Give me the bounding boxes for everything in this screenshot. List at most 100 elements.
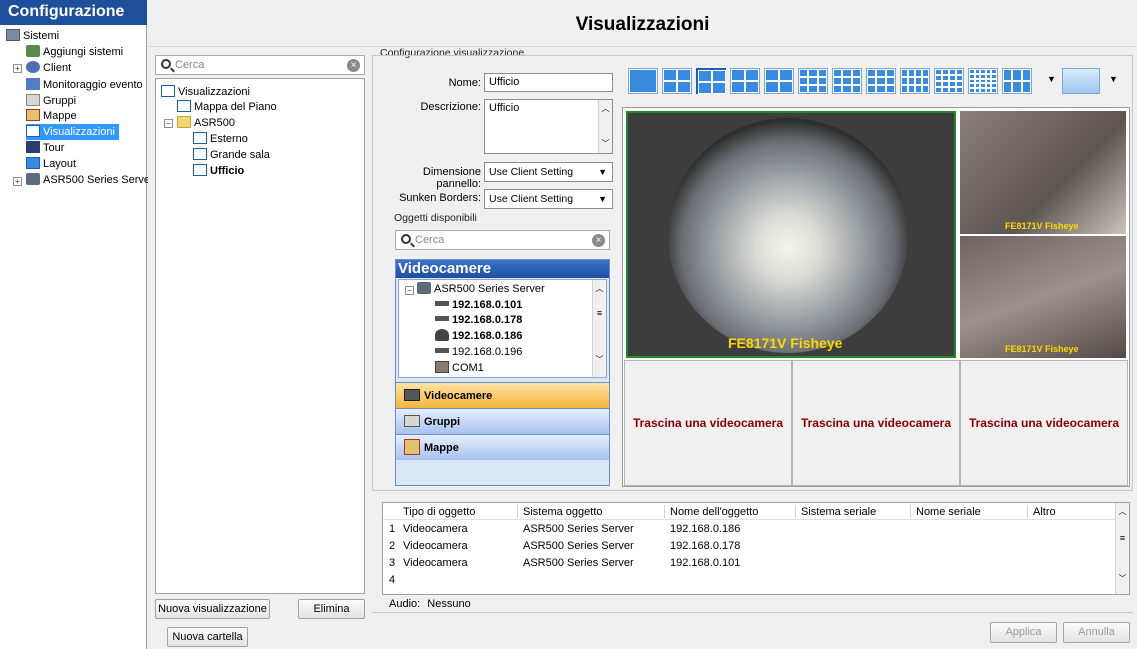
nav-item-visualizzazioni[interactable]: Visualizzazioni [26, 124, 119, 140]
column-header[interactable]: Tipo di oggetto [403, 506, 475, 518]
nav-item-layout[interactable]: Layout [26, 156, 76, 172]
tab-videocamere[interactable]: Videocamere [396, 382, 609, 408]
nav-item-tour[interactable]: Tour [26, 140, 64, 156]
description-field[interactable]: Ufficio ︿ ﹀ [484, 99, 613, 154]
panel-size-select[interactable]: Use Client Setting ▼ [484, 162, 613, 182]
tree-item-visualizzazioni[interactable]: Visualizzazioni [161, 84, 250, 100]
table-cell[interactable]: 2 [389, 540, 395, 552]
nav-item-monitoraggio-evento[interactable]: Monitoraggio evento [26, 77, 143, 93]
tree-item-esterno[interactable]: Esterno [193, 131, 248, 147]
layout-preset-button[interactable] [934, 68, 964, 94]
column-separator[interactable] [664, 505, 665, 518]
layout-preset-button[interactable] [628, 68, 658, 94]
table-cell[interactable]: ASR500 Series Server [523, 557, 634, 569]
table-cell[interactable]: ASR500 Series Server [523, 540, 634, 552]
empty-tile[interactable]: Trascina una videocamera [792, 360, 960, 486]
scroll-grip-icon[interactable]: ≡ [593, 308, 606, 318]
layout-preset-button[interactable] [968, 68, 998, 94]
column-header[interactable]: Sistema oggetto [523, 506, 603, 518]
table-cell[interactable]: 192.168.0.186 [670, 523, 740, 535]
cameras-scrollbar[interactable]: ︿ ≡ ﹀ [592, 280, 606, 377]
camera-item[interactable]: 192.168.0.196 [435, 344, 522, 360]
table-cell[interactable]: 3 [389, 557, 395, 569]
expand-server[interactable]: + [13, 177, 22, 186]
camera-tree-server[interactable]: ASR500 Series Server [417, 281, 545, 297]
layout-preset-button[interactable] [900, 68, 930, 94]
scroll-up-icon[interactable]: ︿ [1116, 506, 1129, 517]
camera-tile-main[interactable]: FE8171V Fisheye [626, 111, 956, 358]
layout-preset-button[interactable] [798, 68, 828, 94]
empty-tile[interactable]: Trascina una videocamera [960, 360, 1128, 486]
apply-button[interactable]: Applica [990, 622, 1057, 643]
nav-item-mappe[interactable]: Mappe [26, 108, 77, 124]
new-folder-button[interactable]: Nuova cartella [167, 627, 248, 647]
table-cell[interactable]: 192.168.0.178 [670, 540, 740, 552]
column-separator[interactable] [795, 505, 796, 518]
table-cell[interactable]: Videocamera [403, 540, 468, 552]
chevron-down-icon[interactable]: ▼ [1109, 74, 1118, 84]
scroll-down-icon[interactable]: ﹀ [599, 138, 612, 149]
table-cell[interactable]: 4 [389, 574, 395, 586]
layout-preset-button[interactable] [832, 68, 862, 94]
tab-gruppi[interactable]: Gruppi [396, 408, 609, 434]
tab-mappe[interactable]: Mappe [396, 434, 609, 460]
layout-preset-button[interactable] [730, 68, 760, 94]
column-header[interactable]: Sistema seriale [801, 506, 876, 518]
views-search-input[interactable]: Cerca × [155, 55, 365, 75]
table-cell[interactable]: ASR500 Series Server [523, 523, 634, 535]
expand-asr500[interactable]: − [164, 119, 173, 128]
column-header[interactable]: Nome seriale [916, 506, 981, 518]
description-scrollbar[interactable]: ︿ ﹀ [598, 100, 612, 153]
delete-button[interactable]: Elimina [298, 599, 365, 619]
column-header[interactable]: Nome dell'oggetto [670, 506, 758, 518]
camera-item[interactable]: 192.168.0.101 [435, 297, 522, 313]
tree-item-ufficio[interactable]: Ufficio [193, 163, 244, 179]
camera-item[interactable]: COM1 [435, 360, 484, 376]
scroll-up-icon[interactable]: ︿ [599, 103, 612, 114]
tree-item-mappa-del-piano[interactable]: Mappa del Piano [177, 99, 277, 115]
table-cell[interactable]: 1 [389, 523, 395, 535]
camera-tile-side-2[interactable]: FE8171V Fisheye [960, 236, 1126, 358]
scroll-grip-icon[interactable]: ≡ [1116, 533, 1129, 543]
camera-tile-side-1[interactable]: FE8171V Fisheye [960, 111, 1126, 234]
sunken-borders-select[interactable]: Use Client Setting ▼ [484, 189, 613, 209]
views-tree: Visualizzazioni Mappa del Piano − ASR500… [155, 78, 365, 594]
clear-search-icon[interactable]: × [592, 234, 605, 247]
layout-preset-button[interactable] [1002, 68, 1032, 94]
scroll-down-icon[interactable]: ﹀ [593, 354, 606, 365]
chevron-down-icon[interactable]: ▼ [1047, 74, 1056, 84]
column-separator[interactable] [1027, 505, 1028, 518]
scroll-down-icon[interactable]: ﹀ [1116, 573, 1129, 584]
layout-preset-button[interactable] [866, 68, 896, 94]
layout-custom-button[interactable] [1062, 68, 1100, 94]
column-separator[interactable] [517, 505, 518, 518]
nav-item-server[interactable]: ASR500 Series Server [26, 172, 154, 188]
nav-item-client[interactable]: Client [26, 60, 71, 76]
objects-search-input[interactable]: Cerca × [395, 230, 610, 250]
scroll-up-icon[interactable]: ︿ [593, 283, 606, 294]
table-cell[interactable]: Videocamera [403, 557, 468, 569]
layout-preset-button[interactable] [764, 68, 794, 94]
tree-item-asr500[interactable]: ASR500 [177, 115, 235, 131]
table-cell[interactable]: 192.168.0.101 [670, 557, 740, 569]
nav-item-sistemi[interactable]: Sistemi [6, 28, 59, 44]
layout-cell [663, 69, 677, 81]
tree-item-grande-sala[interactable]: Grande sala [193, 147, 270, 163]
table-scrollbar[interactable]: ︿ ≡ ﹀ [1115, 503, 1129, 594]
cancel-button[interactable]: Annulla [1063, 622, 1130, 643]
table-cell[interactable]: Videocamera [403, 523, 468, 535]
expand-server[interactable]: − [405, 286, 414, 295]
new-view-button[interactable]: Nuova visualizzazione [155, 599, 270, 619]
column-separator[interactable] [910, 505, 911, 518]
column-header[interactable]: Altro [1033, 506, 1056, 518]
nav-item-aggiungi-sistemi[interactable]: Aggiungi sistemi [26, 44, 123, 60]
nav-item-gruppi[interactable]: Gruppi [26, 93, 76, 109]
camera-item[interactable]: 192.168.0.178 [435, 312, 522, 328]
clear-search-icon[interactable]: × [347, 59, 360, 72]
layout-preset-button[interactable] [696, 68, 726, 94]
name-field[interactable]: Ufficio [484, 73, 613, 92]
empty-tile[interactable]: Trascina una videocamera [624, 360, 792, 486]
camera-item[interactable]: 192.168.0.186 [435, 328, 522, 344]
layout-preset-button[interactable] [662, 68, 692, 94]
expand-client[interactable]: + [13, 64, 22, 73]
